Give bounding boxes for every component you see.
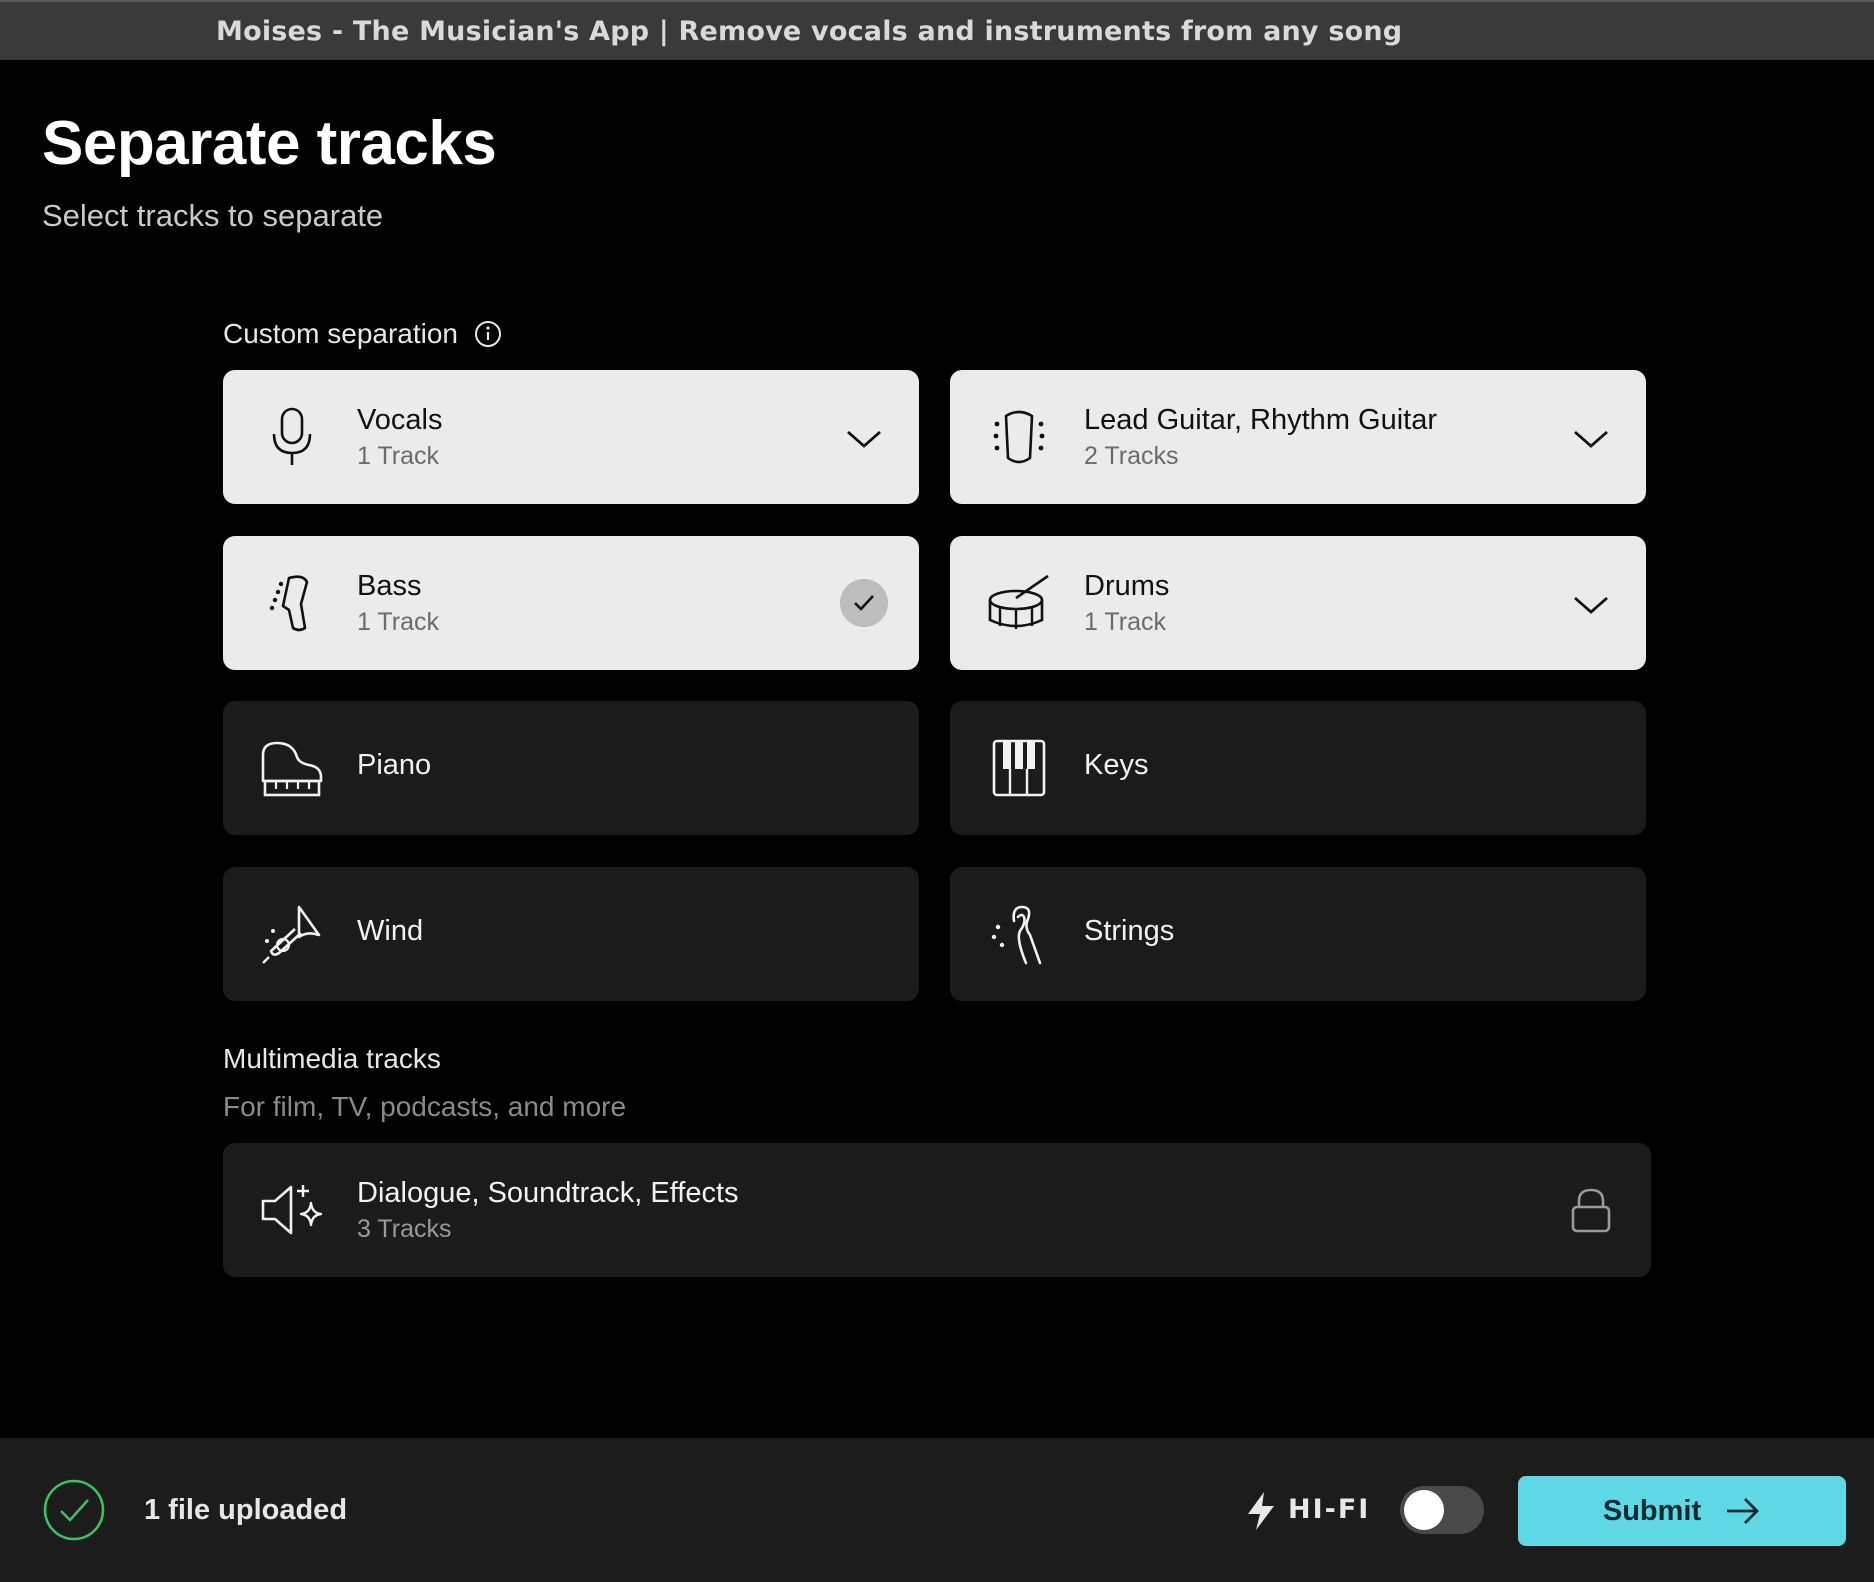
upload-success-icon [43,1479,105,1541]
page-title: Separate tracks [42,109,497,178]
track-name: Dialogue, Soundtrack, Effects [357,1177,739,1209]
toggle-knob [1404,1490,1444,1530]
piano-icon [261,741,323,797]
window-title: Moises - The Musician's App | Remove voc… [216,16,1403,47]
page-subtitle: Select tracks to separate [42,198,384,233]
track-card-dialogue[interactable]: Dialogue, Soundtrack, Effects 3 Tracks [223,1143,1651,1277]
track-name: Lead Guitar, Rhythm Guitar [1084,404,1437,436]
app-window: Moises - The Musician's App | Remove voc… [0,0,1874,1582]
submit-button[interactable]: Submit [1518,1476,1846,1546]
drum-icon [988,574,1049,629]
track-count: 2 Tracks [1084,442,1179,470]
track-card-wind[interactable]: Wind [223,867,919,1001]
lock-icon [1571,1188,1611,1233]
window-titlebar: Moises - The Musician's App | Remove voc… [0,0,1874,60]
custom-separation-text: Custom separation [223,318,459,349]
track-card-piano[interactable]: Piano [223,701,919,835]
chevron-down-icon[interactable] [1572,420,1610,458]
guitar-icon [993,410,1045,464]
chevron-down-icon[interactable] [845,420,883,458]
multimedia-tracks-label: Multimedia tracks [223,1043,441,1074]
footer-bar: 1 file uploaded HI-FI Submit [0,1438,1874,1582]
track-card-drums[interactable]: Drums 1 Track [950,536,1646,670]
hifi-toggle[interactable] [1400,1486,1484,1534]
track-name: Strings [1084,915,1175,947]
info-icon[interactable] [474,320,502,348]
track-card-guitar[interactable]: Lead Guitar, Rhythm Guitar 2 Tracks [950,370,1646,504]
track-card-keys[interactable]: Keys [950,701,1646,835]
track-card-bass[interactable]: Bass 1 Track [223,536,919,670]
track-count: 1 Track [357,608,439,636]
bolt-icon [1248,1492,1274,1530]
multimedia-tracks-subtitle: For film, TV, podcasts, and more [223,1091,627,1122]
violin-icon [991,905,1042,965]
track-name: Wind [357,915,424,947]
track-name: Keys [1084,749,1149,781]
track-count: 1 Track [357,442,439,470]
track-name: Piano [357,749,432,781]
arrow-right-icon [1727,1498,1760,1524]
custom-separation-label: Custom separation [223,318,502,350]
keys-icon [992,739,1046,797]
track-card-strings[interactable]: Strings [950,867,1646,1001]
upload-status: 1 file uploaded [144,1494,348,1526]
microphone-icon [272,407,312,465]
hifi-label: HI-FI [1288,1494,1371,1525]
bass-icon [269,575,309,632]
track-name: Bass [357,570,422,602]
track-count: 3 Tracks [357,1215,452,1243]
chevron-down-icon[interactable] [1572,586,1610,624]
speaker-sparkle-icon [261,1185,323,1235]
track-name: Drums [1084,570,1170,602]
check-icon [840,579,888,627]
trumpet-icon [262,905,321,964]
submit-label: Submit [1602,1494,1702,1527]
track-card-vocals[interactable]: Vocals 1 Track [223,370,919,504]
track-name: Vocals [357,404,443,436]
track-count: 1 Track [1084,608,1166,636]
